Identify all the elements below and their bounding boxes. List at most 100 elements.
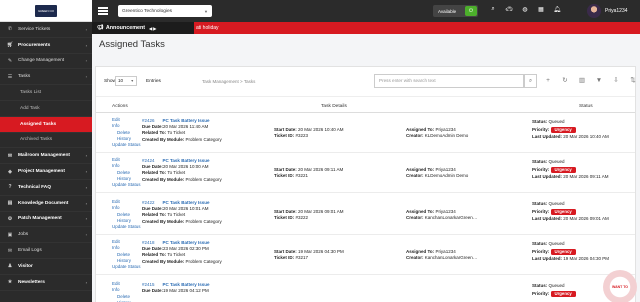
sidebar-item[interactable]: ✆ Service Tickets › [0,22,92,38]
due-date-label: Due Date: [142,288,164,294]
table-header: Actions Task Details Status [96,101,635,113]
related-label: Related To: [142,252,167,258]
due-date-value: 20 Mar 2026 11:40 AM [163,124,209,130]
ticket-icon: ✆ [7,26,13,33]
task-status: Status: Queued Priority: Urgency [532,283,576,298]
sidebar-item[interactable]: ◈ Project Management › [0,164,92,180]
assigned-value: Priya1234 [435,249,456,254]
assigned-value: Priya1234 [435,167,456,172]
task-status: Status: Queued Priority: Urgency Last Upd… [532,159,608,182]
assigned-label: Assigned To: [406,127,435,132]
task-assignment: Assigned To: Priya1234 Creator: KanchanLo… [406,209,477,221]
chevron-right-icon: › [85,200,87,206]
sidebar-item-label: Change Management [18,58,65,64]
update-status-link[interactable]: Update Status [112,182,142,188]
sidebar-item[interactable]: 🛒︎ Procurements › [0,38,92,54]
columns-icon[interactable]: ▥ [575,74,589,88]
module-label: Created By Module: [142,136,185,142]
toolbar-icons: + ↻ ▥ ▼ ⇩ ⇅ [541,74,640,88]
envelope-icon: ✉ [7,247,13,254]
sidebar-item[interactable]: Archived Tasks [0,133,92,149]
row-actions: EditInfoDeleteHistoryUpdate Status [112,281,142,302]
chevron-right-icon: › [85,279,87,285]
sidebar-item[interactable]: ♟ Visitor [0,259,92,275]
patch-icon: ⚙ [7,215,13,222]
task-id-link[interactable]: #2426 [142,118,155,123]
add-icon[interactable]: + [541,74,555,88]
task-id-link[interactable]: #2415 [142,282,155,287]
ticket-id-label: Ticket ID: [274,173,295,179]
task-dates: Start Date: 20 Mar 2026 10:40 AM Ticket I… [274,127,344,139]
sidebar-item[interactable]: ✎ Change Management › [0,54,92,70]
task-title-link[interactable]: PC Task Battery Issue [163,118,210,123]
sidebar-item[interactable]: ✉ Mailroom Management › [0,148,92,165]
search-icon[interactable]: ⌕ [485,6,501,13]
module-label: Created By Module: [142,176,185,182]
car-icon[interactable]: 🚗︎ [501,6,517,13]
creator-label: Creator: [406,255,424,261]
bell-icon[interactable]: 🔔︎ [549,6,565,13]
availability-toggle[interactable]: Available ⏻ [433,5,478,17]
sidebar-item[interactable]: ☰ Tasks › [0,69,92,86]
globe-icon[interactable]: ◍ [517,6,533,13]
search-icon[interactable]: ⌕ [524,74,537,88]
filter-icon[interactable]: ▼ [592,74,606,88]
sidebar-item[interactable]: ▣ Jobs › [0,227,92,244]
grid-icon[interactable]: ▦ [533,6,549,13]
chevron-right-icon: › [85,58,87,64]
creator-value: KanchanLonarkarGreen… [424,255,478,261]
task-title-link[interactable]: PC Task Battery Issue [163,158,210,163]
avatar[interactable] [587,4,601,18]
sidebar-item-label: Tasks [18,74,31,80]
update-status-link[interactable]: Update Status [112,142,142,148]
sidebar-item[interactable]: ▤ Knowledge Document › [0,196,92,212]
module-value: Problem Category [185,176,222,182]
task-title-link[interactable]: PC Task Battery Issue [163,240,210,245]
chevron-down-icon: ▼ [204,8,208,14]
update-status-link[interactable]: Update Status [112,224,142,230]
help-widget[interactable]: WANT TO [603,270,637,302]
related-value: To Ticket [167,170,186,176]
module-value: Problem Category [185,218,222,224]
sidebar-item-label: Procurements [18,42,51,48]
due-date-label: Due Date: [142,246,164,252]
related-label: Related To: [142,170,167,176]
sidebar-item[interactable]: ⚙ Patch Management › [0,212,92,228]
start-date-label: Start Date: [274,167,297,172]
menu-toggle-icon[interactable] [98,6,108,17]
sidebar-item-label: Newsletters [18,279,45,285]
task-id-link[interactable]: #2424 [142,158,155,163]
sidebar-item[interactable]: Assigned Tasks [0,116,92,133]
assigned-label: Assigned To: [406,209,435,214]
mail-icon: ✉ [7,152,13,159]
task-id-link[interactable]: #2418 [142,240,155,245]
announcement-nav-icon[interactable]: ◀ ▶ [149,26,156,31]
page-size-select[interactable]: 10 ▼ [115,76,137,86]
sidebar-item[interactable]: ✉ Email Logs [0,243,92,259]
sidebar-item-label: Assigned Tasks [20,121,57,127]
priority-badge: Urgency [550,208,576,215]
search-input[interactable]: Press enter with search text [374,74,524,88]
header-status: Status [579,104,593,109]
ticket-id-label: Ticket ID: [274,215,295,221]
sidebar-item[interactable]: ★ Newsletters › [0,275,92,291]
sort-icon[interactable]: ⇅ [626,74,640,88]
company-select[interactable]: Greentico Technologies ▼ [118,5,212,17]
task-assignment: Assigned To: Priya1234 Creator: KanchanLo… [406,249,477,261]
sidebar-item[interactable]: Tasks List [0,85,92,101]
sidebar-item-label: Project Management [18,169,65,175]
task-title-link[interactable]: PC Task Battery Issue [163,200,210,205]
refresh-icon[interactable]: ↻ [558,74,572,88]
creator-label: Creator: [406,173,424,179]
company-logo[interactable]: GREEN CO [35,4,57,17]
username[interactable]: Priya1234 [605,8,628,14]
task-title-link[interactable]: PC Task Battery Issue [163,282,210,287]
task-id-link[interactable]: #2422 [142,200,155,205]
sidebar-item[interactable]: ? Technical FAQ › [0,180,92,196]
chevron-down-icon: ▼ [130,79,134,83]
power-icon: ⏻ [465,6,477,16]
update-status-link[interactable]: Update Status [112,264,142,270]
export-icon[interactable]: ⇩ [609,74,623,88]
sidebar-item[interactable]: Add Task [0,101,92,117]
priority-badge: Urgency [550,248,576,255]
